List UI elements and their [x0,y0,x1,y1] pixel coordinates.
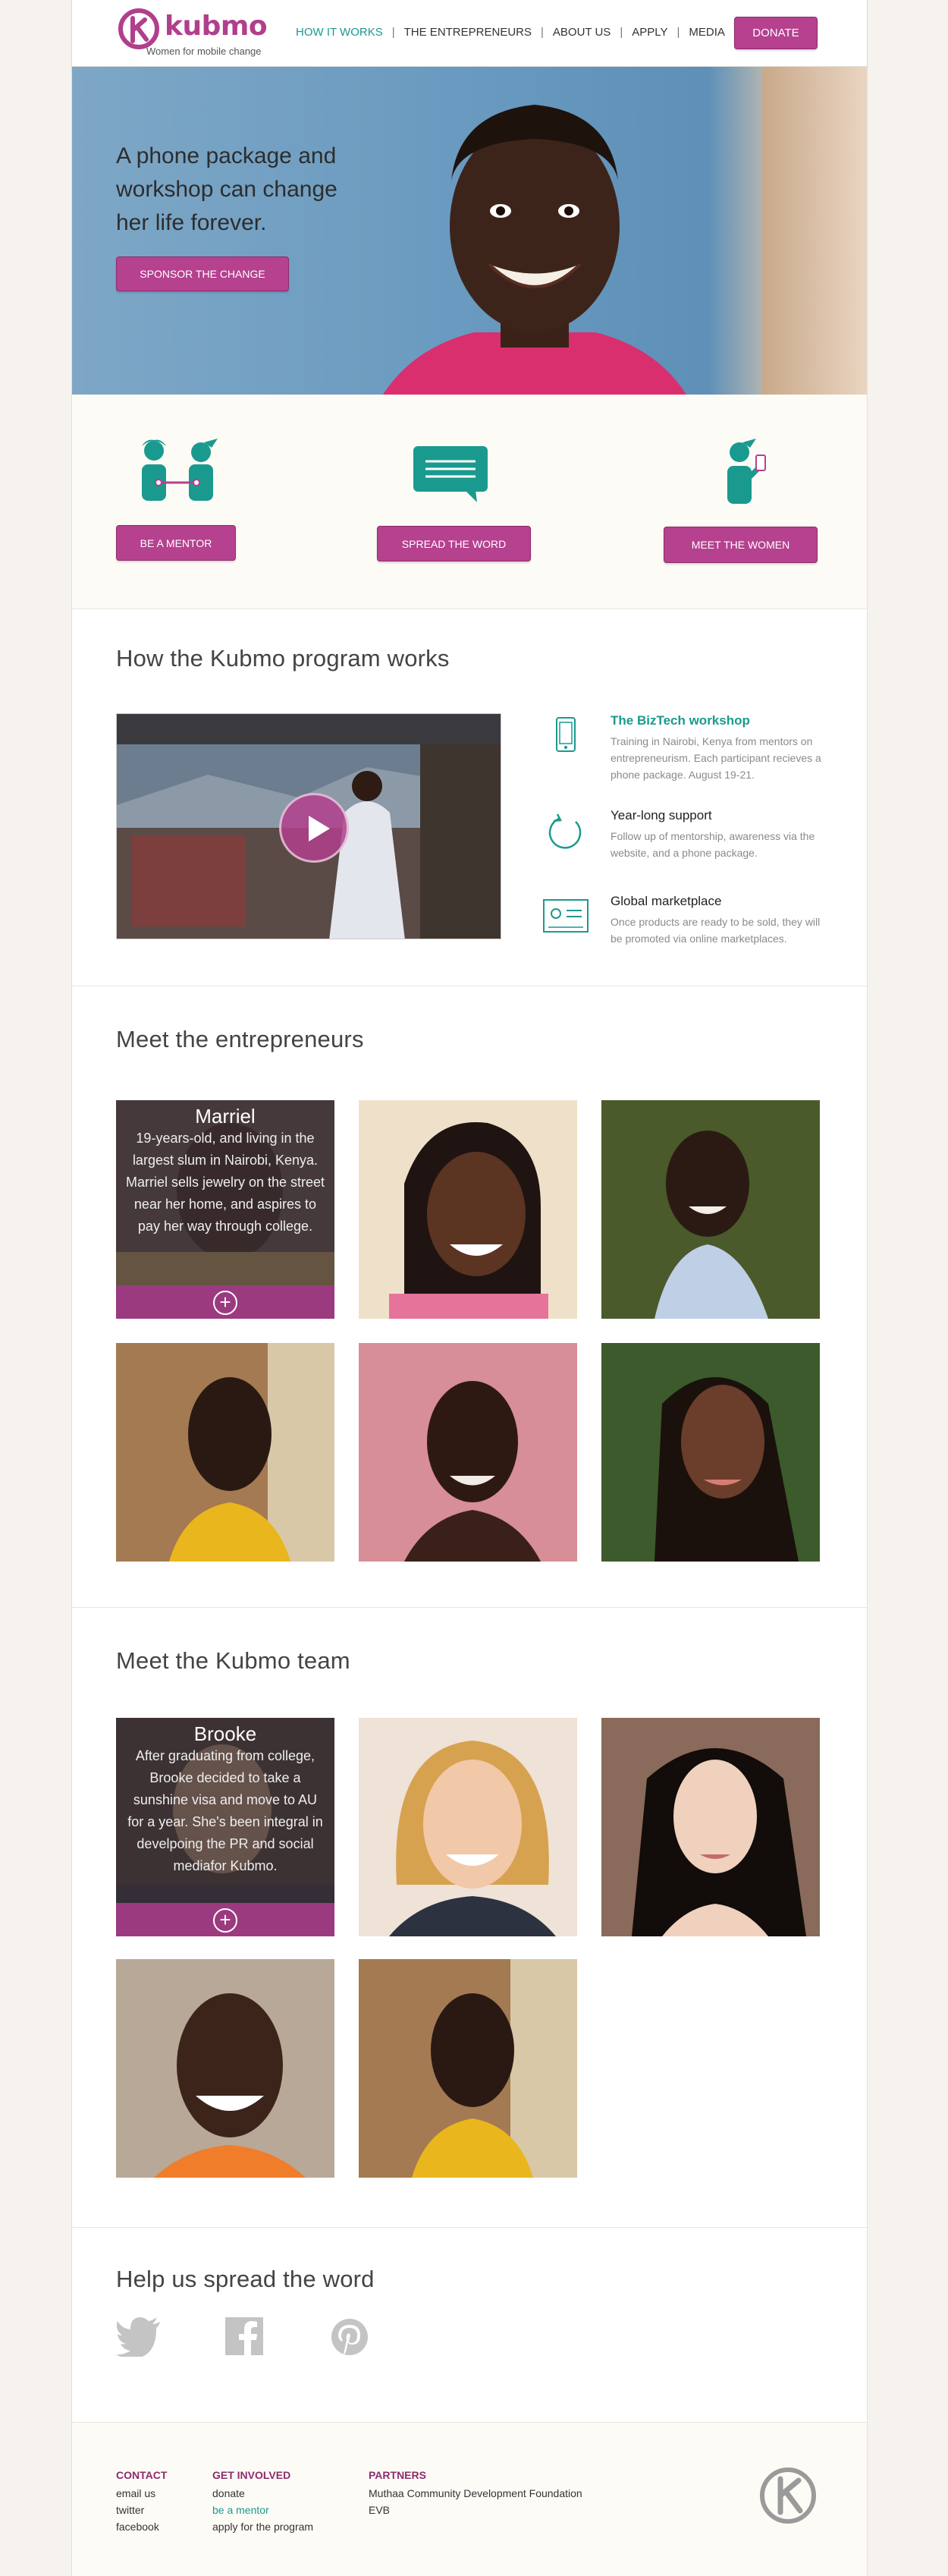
woman-with-phone-icon [727,439,766,504]
site-header: kubmo Women for mobile change HOW IT WOR… [72,0,867,67]
footer-heading: GET INVOLVED [212,2469,291,2481]
footer-partners: PARTNERS Muthaa Community Development Fo… [369,2467,582,2518]
call-to-action-row: BE A MENTOR SPREAD THE WORD MEET THE WOM… [72,395,867,609]
nav-how-it-works[interactable]: HOW IT WORKS [296,26,383,39]
site-footer: CONTACT email us twitter facebook GET IN… [72,2423,867,2576]
team-member-photo [359,1718,577,1936]
footer-partner[interactable]: EVB [369,2502,582,2518]
play-button[interactable] [279,793,349,863]
entrepreneur-card[interactable] [116,1343,334,1562]
hero-woman-photo [383,105,686,395]
expand-plus-icon[interactable]: + [213,1291,237,1315]
entrepreneur-card[interactable] [601,1343,820,1562]
donate-button[interactable]: DONATE [734,17,818,49]
program-title: How the Kubmo program works [116,645,450,672]
footer-partner[interactable]: Muthaa Community Development Foundation [369,2485,582,2502]
entrepreneur-card[interactable] [359,1343,577,1562]
team-card-brooke[interactable]: Brooke After graduating from college, Br… [116,1718,334,1936]
spread-section: Help us spread the word [72,2228,867,2423]
nav-separator: | [676,26,680,39]
refresh-cycle-icon [548,813,582,849]
footer-link-facebook[interactable]: facebook [116,2518,167,2535]
entrepreneur-card-marriel[interactable]: Marriel 19-years-old, and living in the … [116,1100,334,1319]
hero-wall-edge [762,67,867,395]
team-section: Meet the Kubmo team Brooke After graduat… [72,1608,867,2228]
program-section: How the Kubmo program works The BizTech … [72,609,867,986]
mentor-icon [142,439,218,501]
hero-headline: A phone package and workshop can change … [116,143,337,235]
footer-link-twitter[interactable]: twitter [116,2502,167,2518]
kubmo-logo[interactable]: kubmo Women for mobile change [116,8,275,58]
expand-plus-icon[interactable]: + [213,1908,237,1933]
nav-separator: | [391,26,395,39]
team-member-photo [601,1718,820,1936]
nav-separator: | [541,26,544,39]
speech-bubble-icon [413,446,488,502]
footer-link-apply[interactable]: apply for the program [212,2518,313,2535]
brand-tagline: Women for mobile change [146,46,262,57]
footer-kubmo-logo-icon[interactable] [758,2465,821,2529]
team-member-overlay: Brooke After graduating from college, Br… [116,1718,334,1936]
expand-bar: + [116,1903,334,1936]
entrepreneur-card[interactable] [359,1100,577,1319]
feature-text: Once products are ready to be sold, they… [611,916,821,945]
entrepreneur-overlay: Marriel 19-years-old, and living in the … [116,1100,334,1319]
spread-title: Help us spread the word [116,2266,375,2292]
entrepreneurs-section: Meet the entrepreneurs Marriel 19-years-… [72,986,867,1608]
footer-get-involved: GET INVOLVED donate be a mentor apply fo… [212,2467,313,2535]
team-card[interactable] [359,1959,577,2178]
brand-name: kubmo [165,11,268,42]
team-card[interactable] [116,1959,334,2178]
spread-the-word-button[interactable]: SPREAD THE WORD [377,526,531,561]
entrepreneur-photo [359,1343,577,1562]
facebook-icon[interactable] [222,2317,268,2357]
feature-title: The BizTech workshop [611,713,750,728]
feature-title: Global marketplace [611,894,722,908]
entrepreneur-photo [359,1100,577,1319]
entrepreneur-photo [601,1343,820,1562]
footer-contact: CONTACT email us twitter facebook [116,2467,167,2535]
program-video[interactable] [116,713,501,939]
entrepreneurs-title: Meet the entrepreneurs [116,1026,364,1052]
team-card[interactable] [359,1718,577,1936]
team-member-bio: After graduating from college, Brooke de… [127,1748,323,1873]
footer-link-be-a-mentor[interactable]: be a mentor [212,2502,313,2518]
main-nav: HOW IT WORKS | THE ENTREPRENEURS | ABOUT… [296,26,725,39]
page-container: kubmo Women for mobile change HOW IT WOR… [71,0,868,2576]
sponsor-the-change-button[interactable]: SPONSOR THE CHANGE [116,256,289,291]
feature-text: Follow up of mentorship, awareness via t… [611,830,815,859]
nav-the-entrepreneurs[interactable]: THE ENTREPRENEURS [404,26,532,39]
team-member-name: Brooke [193,1722,257,1745]
phone-icon [556,717,576,752]
nav-about-us[interactable]: ABOUT US [553,26,611,39]
twitter-icon[interactable] [116,2317,162,2357]
team-card[interactable] [601,1718,820,1936]
footer-heading: PARTNERS [369,2469,426,2481]
feature-text: Training in Nairobi, Kenya from mentors … [611,735,821,781]
be-a-mentor-button[interactable]: BE A MENTOR [116,525,236,561]
marketplace-screen-icon [543,899,589,933]
nav-separator: | [620,26,623,39]
hero-banner: A phone package and workshop can change … [72,67,867,395]
nav-media[interactable]: MEDIA [689,26,725,39]
entrepreneur-photo [601,1100,820,1319]
team-title: Meet the Kubmo team [116,1647,350,1674]
footer-link-donate[interactable]: donate [212,2485,313,2502]
feature-title: Year-long support [611,808,712,822]
expand-bar: + [116,1285,334,1319]
footer-heading: CONTACT [116,2469,168,2481]
pinterest-icon[interactable] [327,2317,372,2357]
entrepreneur-bio: 19-years-old, and living in the largest … [125,1131,325,1234]
entrepreneur-photo [116,1343,334,1562]
team-member-photo [359,1959,577,2178]
entrepreneur-card[interactable] [601,1100,820,1319]
footer-link-email[interactable]: email us [116,2485,167,2502]
entrepreneur-name: Marriel [195,1105,256,1128]
team-member-photo [116,1959,334,2178]
nav-apply[interactable]: APPLY [632,26,667,39]
meet-the-women-button[interactable]: MEET THE WOMEN [664,527,818,563]
